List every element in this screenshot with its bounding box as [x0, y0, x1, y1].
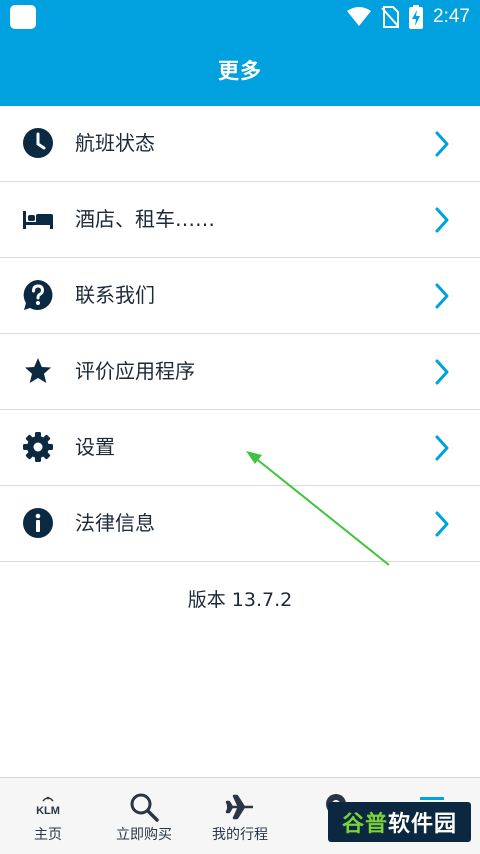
menu-item-settings[interactable]: 设置 [0, 410, 480, 486]
status-bar: 2:47 [0, 0, 480, 33]
tab-my-trips[interactable]: 我的行程 [192, 778, 288, 854]
klm-logo-text: KLM [36, 805, 60, 817]
chevron-right-icon [435, 511, 449, 537]
tab-label: 立即购买 [116, 827, 172, 843]
menu-item-label: 评价应用程序 [75, 359, 195, 383]
battery-charging-icon [409, 5, 424, 29]
menu-item-label: 法律信息 [75, 511, 155, 535]
menu-item-contact-us[interactable]: 联系我们 [0, 258, 480, 334]
app-version: 版本 13.7.2 [187, 589, 293, 611]
status-icons: 2:47 [347, 3, 470, 31]
tab-home[interactable]: KLM 主页 [0, 778, 96, 854]
tab-buy-now[interactable]: 立即购买 [96, 778, 192, 854]
no-sim-icon [381, 6, 400, 28]
menu-item-hotels-cars[interactable]: 酒店、租车…… [0, 182, 480, 258]
menu-item-label: 酒店、租车…… [75, 207, 215, 231]
more-menu: 航班状态 酒店、租车…… 联系我们 评价应用程序 设置 法律信息 [0, 106, 480, 562]
menu-item-rate-app[interactable]: 评价应用程序 [0, 334, 480, 410]
watermark-text-b: 软件园 [388, 812, 458, 837]
clock-time: 2:47 [433, 6, 470, 27]
help-bubble-icon [23, 280, 53, 310]
watermark: 谷普 软件园 [328, 802, 471, 842]
info-icon [23, 508, 53, 538]
gear-icon [23, 432, 53, 462]
app-header: 更多 [0, 33, 480, 106]
menu-item-label: 联系我们 [75, 283, 155, 307]
menu-item-legal-info[interactable]: 法律信息 [0, 486, 480, 562]
plane-icon [225, 794, 253, 820]
menu-item-label: 航班状态 [75, 131, 155, 155]
notification-icon [10, 5, 36, 29]
chevron-right-icon [435, 435, 449, 461]
page-title: 更多 [218, 58, 262, 83]
chevron-right-icon [435, 283, 449, 309]
chevron-right-icon [435, 131, 449, 157]
star-icon [25, 358, 51, 383]
menu-item-flight-status[interactable]: 航班状态 [0, 106, 480, 182]
chevron-right-icon [435, 359, 449, 385]
tab-label: 主页 [34, 827, 62, 843]
clock-icon [23, 128, 53, 158]
chevron-right-icon [435, 207, 449, 233]
watermark-text-a: 谷普 [341, 812, 388, 837]
tab-label: 我的行程 [212, 827, 268, 843]
wifi-icon [347, 7, 372, 26]
search-icon [130, 793, 159, 822]
bed-icon [23, 211, 53, 229]
klm-logo-icon: KLM [36, 796, 60, 817]
menu-item-label: 设置 [75, 435, 115, 459]
